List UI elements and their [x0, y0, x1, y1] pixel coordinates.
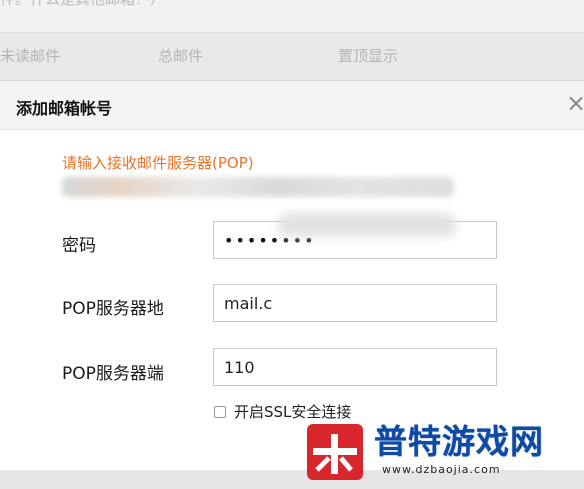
watermark-logo-icon	[307, 424, 363, 480]
ssl-option[interactable]: 开启SSL安全连接	[214, 401, 351, 422]
close-icon[interactable]: ×	[566, 91, 584, 115]
pop-server-label: POP服务器地	[62, 299, 164, 319]
password-label: 密码	[62, 236, 96, 256]
pop-server-value: mail.c	[224, 293, 273, 313]
watermark-text: 普特游戏网	[374, 422, 544, 461]
pop-hint-text: 请输入接收邮件服务器(POP)	[62, 154, 254, 172]
dialog-title: 添加邮箱帐号	[16, 99, 113, 118]
background-note: 件。什么是其他邮箱？）	[0, 0, 165, 9]
pop-server-field[interactable]: mail.c	[213, 284, 497, 322]
watermark-url: www.dzbaojia.com	[382, 463, 501, 476]
ssl-checkbox[interactable]	[214, 405, 226, 418]
mailbox-table-header: 未读邮件 总邮件 置顶显示	[0, 32, 584, 79]
ssl-checkbox-label: 开启SSL安全连接	[234, 403, 352, 421]
dialog-header: 添加邮箱帐号 ×	[0, 81, 584, 130]
pop-port-field[interactable]: 110	[213, 348, 497, 386]
column-total[interactable]: 总邮件	[158, 45, 203, 66]
redacted-server-text	[278, 213, 456, 237]
column-unread[interactable]: 未读邮件	[0, 45, 60, 66]
pop-port-value: 110	[224, 357, 255, 377]
redacted-hint-text	[62, 177, 454, 197]
column-pinned[interactable]: 置顶显示	[338, 45, 398, 66]
pop-port-label: POP服务器端	[62, 364, 164, 384]
